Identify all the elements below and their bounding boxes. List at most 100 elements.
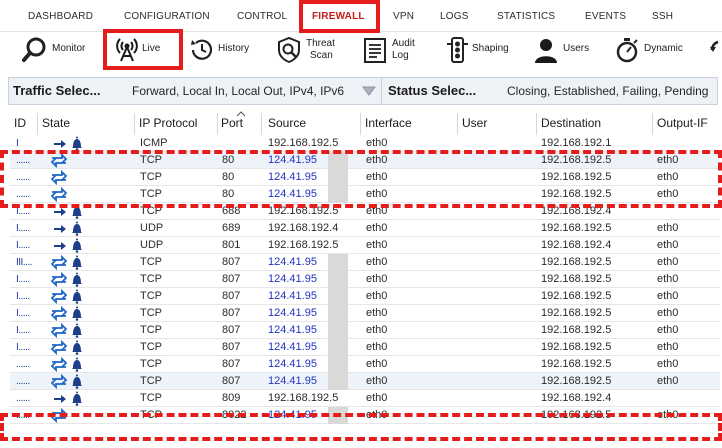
row-interface: eth0 [366,324,388,336]
nav-control[interactable]: CONTROL [237,0,287,32]
status-selector-value[interactable]: Closing, Established, Failing, Pending [507,78,708,104]
col-separator [536,113,537,135]
table-row[interactable]: I..... UDP 689 192.168.192.4 eth0 192.168.192… [10,220,720,237]
col-output-if-header[interactable]: Output-IF [657,113,708,135]
row-interface: eth0 [366,307,388,319]
row-output-if: eth0 [657,307,679,319]
more-tools-icon[interactable] [708,38,722,62]
row-output-if: eth0 [657,239,679,251]
row-source[interactable]: 124.41.95 [268,288,317,305]
history-label: History [218,43,250,54]
row-port: 807 [222,324,241,336]
filter-divider [381,78,382,104]
row-destination: 192.168.192.5 [541,273,612,285]
threat-label: Threat [306,38,335,49]
row-interface: eth0 [366,341,388,353]
nav-vpn[interactable]: VPN [393,0,414,32]
source-redacted-block [328,356,348,373]
row-source[interactable]: 124.41.95 [268,356,317,373]
threat-scan-button[interactable]: Threat Scan [276,32,346,74]
row-source: 192.168.192.5 [268,239,339,251]
row-source[interactable]: 124.41.95 [268,305,317,322]
col-interface-header[interactable]: Interface [365,113,412,135]
row-destination: 192.168.192.4 [541,392,612,404]
nav-ssh[interactable]: SSH [652,0,673,32]
row-protocol: TCP [140,324,162,336]
row-protocol: TCP [140,307,162,319]
table-row[interactable]: I..... UDP 801 192.168.192.5 eth0 192.168.192… [10,237,720,254]
row-id: I..... [16,223,30,234]
table-row[interactable]: ...... TCP 807 124.41.95 eth0 192.168.192.5 et… [10,356,720,373]
history-button[interactable]: History [189,32,259,74]
monitor-label: Monitor [52,43,86,54]
nav-logs[interactable]: LOGS [440,0,469,32]
row-port: 807 [222,256,241,268]
row-interface: eth0 [366,222,388,234]
firewall-tab-highlight [299,0,380,33]
magnifier-icon [22,37,46,62]
row-source[interactable]: 124.41.95 [268,254,317,271]
table-row[interactable]: I..... TCP 807 124.41.95 eth0 192.168.192.5 et… [10,288,720,305]
col-separator [134,113,135,135]
nav-configuration[interactable]: CONFIGURATION [124,0,210,32]
row-source[interactable]: 124.41.95 [268,339,317,356]
col-id-header[interactable]: ID [14,113,26,135]
history-clock-icon [191,39,213,60]
audit-log-button[interactable]: Audit Log [362,32,422,74]
users-button[interactable]: Users [533,32,598,74]
row-destination: 192.168.192.5 [541,307,612,319]
row-protocol: TCP [140,358,162,370]
row-destination: 192.168.192.5 [541,324,612,336]
dynamic-label: Dynamic [644,43,683,54]
table-row[interactable]: ...... TCP 809 192.168.192.5 eth0 192.168.192… [10,390,720,407]
connection-state-icon [54,391,82,406]
connection-state-icon [50,356,82,373]
threat-scan-icon [278,36,300,64]
row-id: I..... [16,274,30,285]
col-state-header[interactable]: State [42,113,70,135]
row-protocol: TCP [140,375,162,387]
dynamic-button[interactable]: Dynamic [614,32,689,74]
row-port: 807 [222,341,241,353]
row-destination: 192.168.192.5 [541,358,612,370]
col-source-header[interactable]: Source [268,113,306,135]
nav-events[interactable]: EVENTS [585,0,626,32]
nav-dashboard[interactable]: DASHBOARD [28,0,93,32]
row-protocol: TCP [140,256,162,268]
col-separator [457,113,458,135]
table-row[interactable]: I..... TCP 807 124.41.95 eth0 192.168.192.5 et… [10,339,720,356]
col-separator [652,113,653,135]
row-protocol: TCP [140,290,162,302]
scan-label: Scan [310,50,333,61]
connection-state-icon [50,305,82,322]
row-port: 801 [222,239,241,251]
table-row[interactable]: I..... TCP 807 124.41.95 eth0 192.168.192.5 et… [10,271,720,288]
stopwatch-icon [616,38,638,63]
row-protocol: UDP [140,239,164,251]
filter-bar: Traffic Selec... Forward, Local In, Loca… [8,77,718,105]
row-source[interactable]: 124.41.95 [268,271,317,288]
source-redacted-block [328,305,348,322]
chevron-down-icon[interactable] [362,85,376,97]
table-row[interactable]: ...... TCP 807 124.41.95 eth0 192.168.192.5 et… [10,373,720,390]
traffic-selector-label: Traffic Selec... [13,83,101,98]
row-output-if: eth0 [657,341,679,353]
shaping-button[interactable]: Shaping [444,32,514,74]
table-row[interactable]: III.... TCP 807 124.41.95 eth0 192.168.192.5 e… [10,254,720,271]
row-output-if: eth0 [657,222,679,234]
monitor-button[interactable]: Monitor [22,32,92,74]
row-protocol: TCP [140,341,162,353]
table-row[interactable]: I..... TCP 807 124.41.95 eth0 192.168.192.5 et… [10,305,720,322]
col-user-header[interactable]: User [462,113,487,135]
row-source[interactable]: 124.41.95 [268,373,317,390]
row-port: 809 [222,392,241,404]
table-row[interactable]: I..... TCP 807 124.41.95 eth0 192.168.192.5 et… [10,322,720,339]
live-row-bottom-highlight [0,413,722,441]
live-button-highlight [103,29,183,70]
col-protocol-header[interactable]: IP Protocol [139,113,197,135]
nav-statistics[interactable]: STATISTICS [497,0,555,32]
audit-label: Audit [392,38,415,49]
row-source[interactable]: 124.41.95 [268,322,317,339]
traffic-selector-value[interactable]: Forward, Local In, Local Out, IPv4, IPv6 [132,78,344,104]
col-destination-header[interactable]: Destination [541,113,601,135]
